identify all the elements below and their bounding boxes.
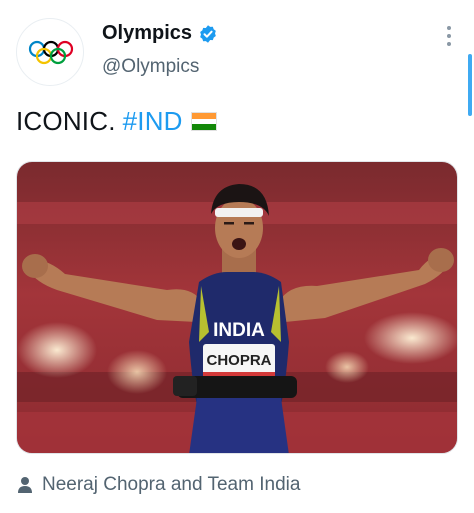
tagged-people-label[interactable]: Neeraj Chopra and Team India: [42, 474, 300, 496]
bib-name-text: CHOPRA: [206, 352, 271, 369]
tweet-text-body: ICONIC.: [16, 106, 116, 136]
tweet-photo[interactable]: INDIA CHOPRA: [16, 161, 458, 454]
athlete-photo: INDIA CHOPRA: [17, 162, 457, 453]
account-name-row[interactable]: Olympics: [102, 22, 218, 45]
avatar[interactable]: [16, 18, 84, 86]
more-options-icon[interactable]: [446, 26, 452, 46]
person-icon: [18, 477, 32, 493]
olympic-rings-icon: [28, 40, 74, 65]
account-handle[interactable]: @Olympics: [102, 56, 199, 78]
verified-badge-icon: [200, 24, 216, 43]
tagged-people[interactable]: Neeraj Chopra and Team India: [18, 474, 300, 496]
india-flag-icon: [190, 112, 217, 131]
hashtag-link[interactable]: #IND: [123, 106, 183, 137]
tweet-text: ICONIC. #IND: [16, 106, 217, 137]
bib-country-text: INDIA: [213, 320, 265, 341]
scrollbar[interactable]: [468, 54, 472, 116]
display-name[interactable]: Olympics: [102, 22, 192, 45]
